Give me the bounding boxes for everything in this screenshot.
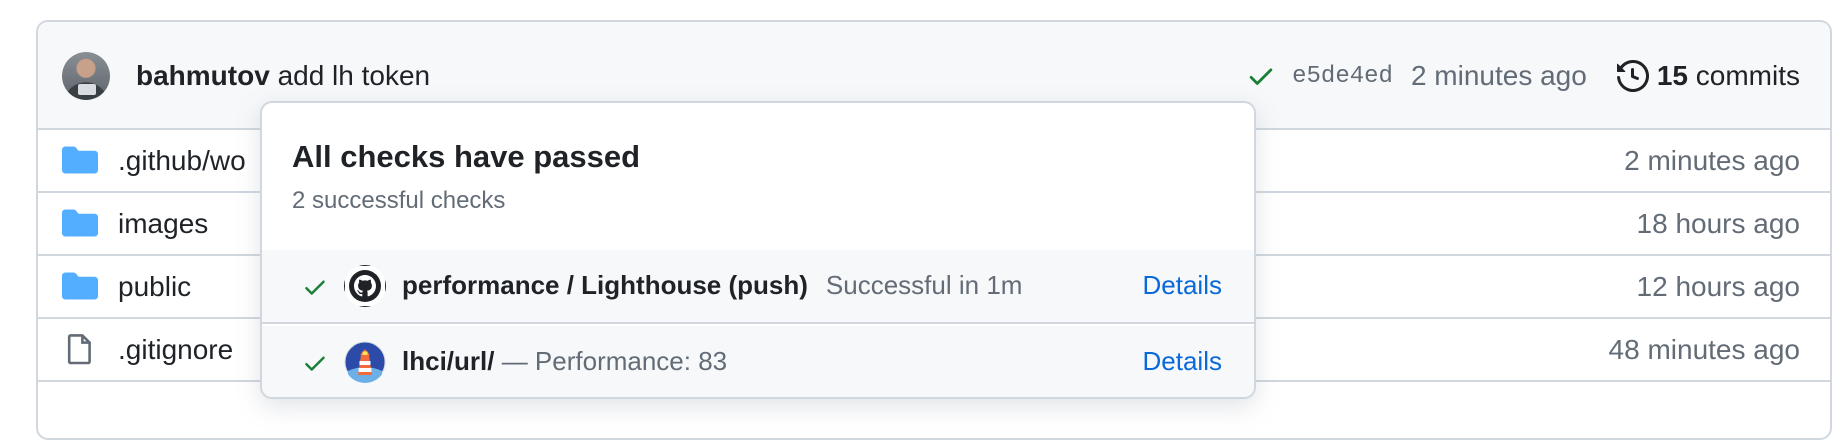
check-name: performance / Lighthouse (push) [402, 270, 808, 300]
commits-count: 15 [1656, 60, 1688, 91]
file-time: 48 minutes ago [1608, 334, 1800, 365]
check-item: lhci/url/ — Performance: 83 Details [262, 326, 1254, 397]
commit-message-link[interactable]: add lh token [278, 60, 431, 91]
checks-popover: All checks have passed 2 successful chec… [260, 101, 1256, 399]
file-name-link[interactable]: public [118, 271, 191, 303]
check-status: Successful in 1m [825, 270, 1023, 300]
check-status-icon[interactable] [1246, 61, 1276, 91]
commits-label: commits [1695, 60, 1800, 91]
check-description: — Performance: 83 [501, 346, 728, 376]
folder-icon [62, 146, 98, 174]
file-time: 12 hours ago [1636, 271, 1800, 302]
folder-icon [62, 272, 98, 300]
commit-message: bahmutov add lh token [136, 60, 430, 92]
file-time: 18 hours ago [1636, 208, 1800, 239]
popover-subtitle: 2 successful checks [292, 187, 506, 214]
details-link[interactable]: Details [1143, 346, 1222, 377]
file-name-link[interactable]: .github/wo [118, 145, 246, 177]
check-name: lhci/url/ [402, 346, 495, 376]
check-label: performance / Lighthouse (push) Successfu… [402, 270, 1022, 301]
commit-sha-link[interactable]: e5de4ed [1292, 63, 1393, 90]
file-icon [67, 334, 91, 365]
commits-link[interactable]: 15 commits [1657, 60, 1800, 92]
history-icon [1616, 60, 1649, 92]
file-time: 2 minutes ago [1624, 145, 1800, 176]
file-name-link[interactable]: .gitignore [118, 334, 233, 366]
check-icon [305, 356, 325, 371]
details-link[interactable]: Details [1143, 270, 1222, 301]
check-icon [305, 280, 325, 295]
github-icon [344, 265, 386, 307]
popover-title: All checks have passed [292, 139, 641, 174]
check-label: lhci/url/ — Performance: 83 [402, 346, 727, 377]
author-avatar[interactable] [62, 52, 110, 100]
commit-time: 2 minutes ago [1410, 60, 1587, 91]
file-name-link[interactable]: images [118, 208, 208, 240]
commit-meta: e5de4ed 2 minutes ago 15 commits [1246, 58, 1800, 94]
commit-author-link[interactable]: bahmutov [136, 60, 270, 91]
lighthouse-icon [344, 341, 386, 383]
check-item: performance / Lighthouse (push) Successfu… [262, 250, 1254, 324]
folder-icon [62, 209, 98, 237]
